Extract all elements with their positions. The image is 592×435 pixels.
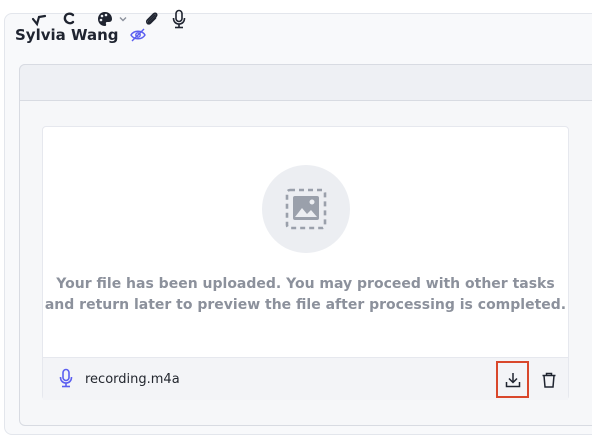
microphone-icon	[58, 368, 74, 388]
checkmark-icon[interactable]	[31, 9, 47, 29]
editor-toolbar	[19, 64, 592, 101]
download-icon[interactable]	[504, 370, 522, 390]
paperclip-icon[interactable]	[143, 9, 161, 29]
microphone-icon[interactable]	[171, 9, 187, 29]
upload-message-line-2: and return later to preview the file aft…	[44, 297, 567, 313]
palette-icon[interactable]	[96, 9, 114, 29]
trash-icon[interactable]	[540, 370, 558, 390]
upload-message: Your file has been uploaded. You may pro…	[42, 274, 569, 316]
attachment-file-name: recording.m4a	[85, 372, 180, 387]
chevron-down-icon[interactable]	[118, 9, 128, 29]
image-placeholder-icon	[262, 165, 350, 253]
upload-message-line-1: Your file has been uploaded. You may pro…	[56, 276, 555, 292]
c-icon[interactable]	[62, 9, 76, 29]
